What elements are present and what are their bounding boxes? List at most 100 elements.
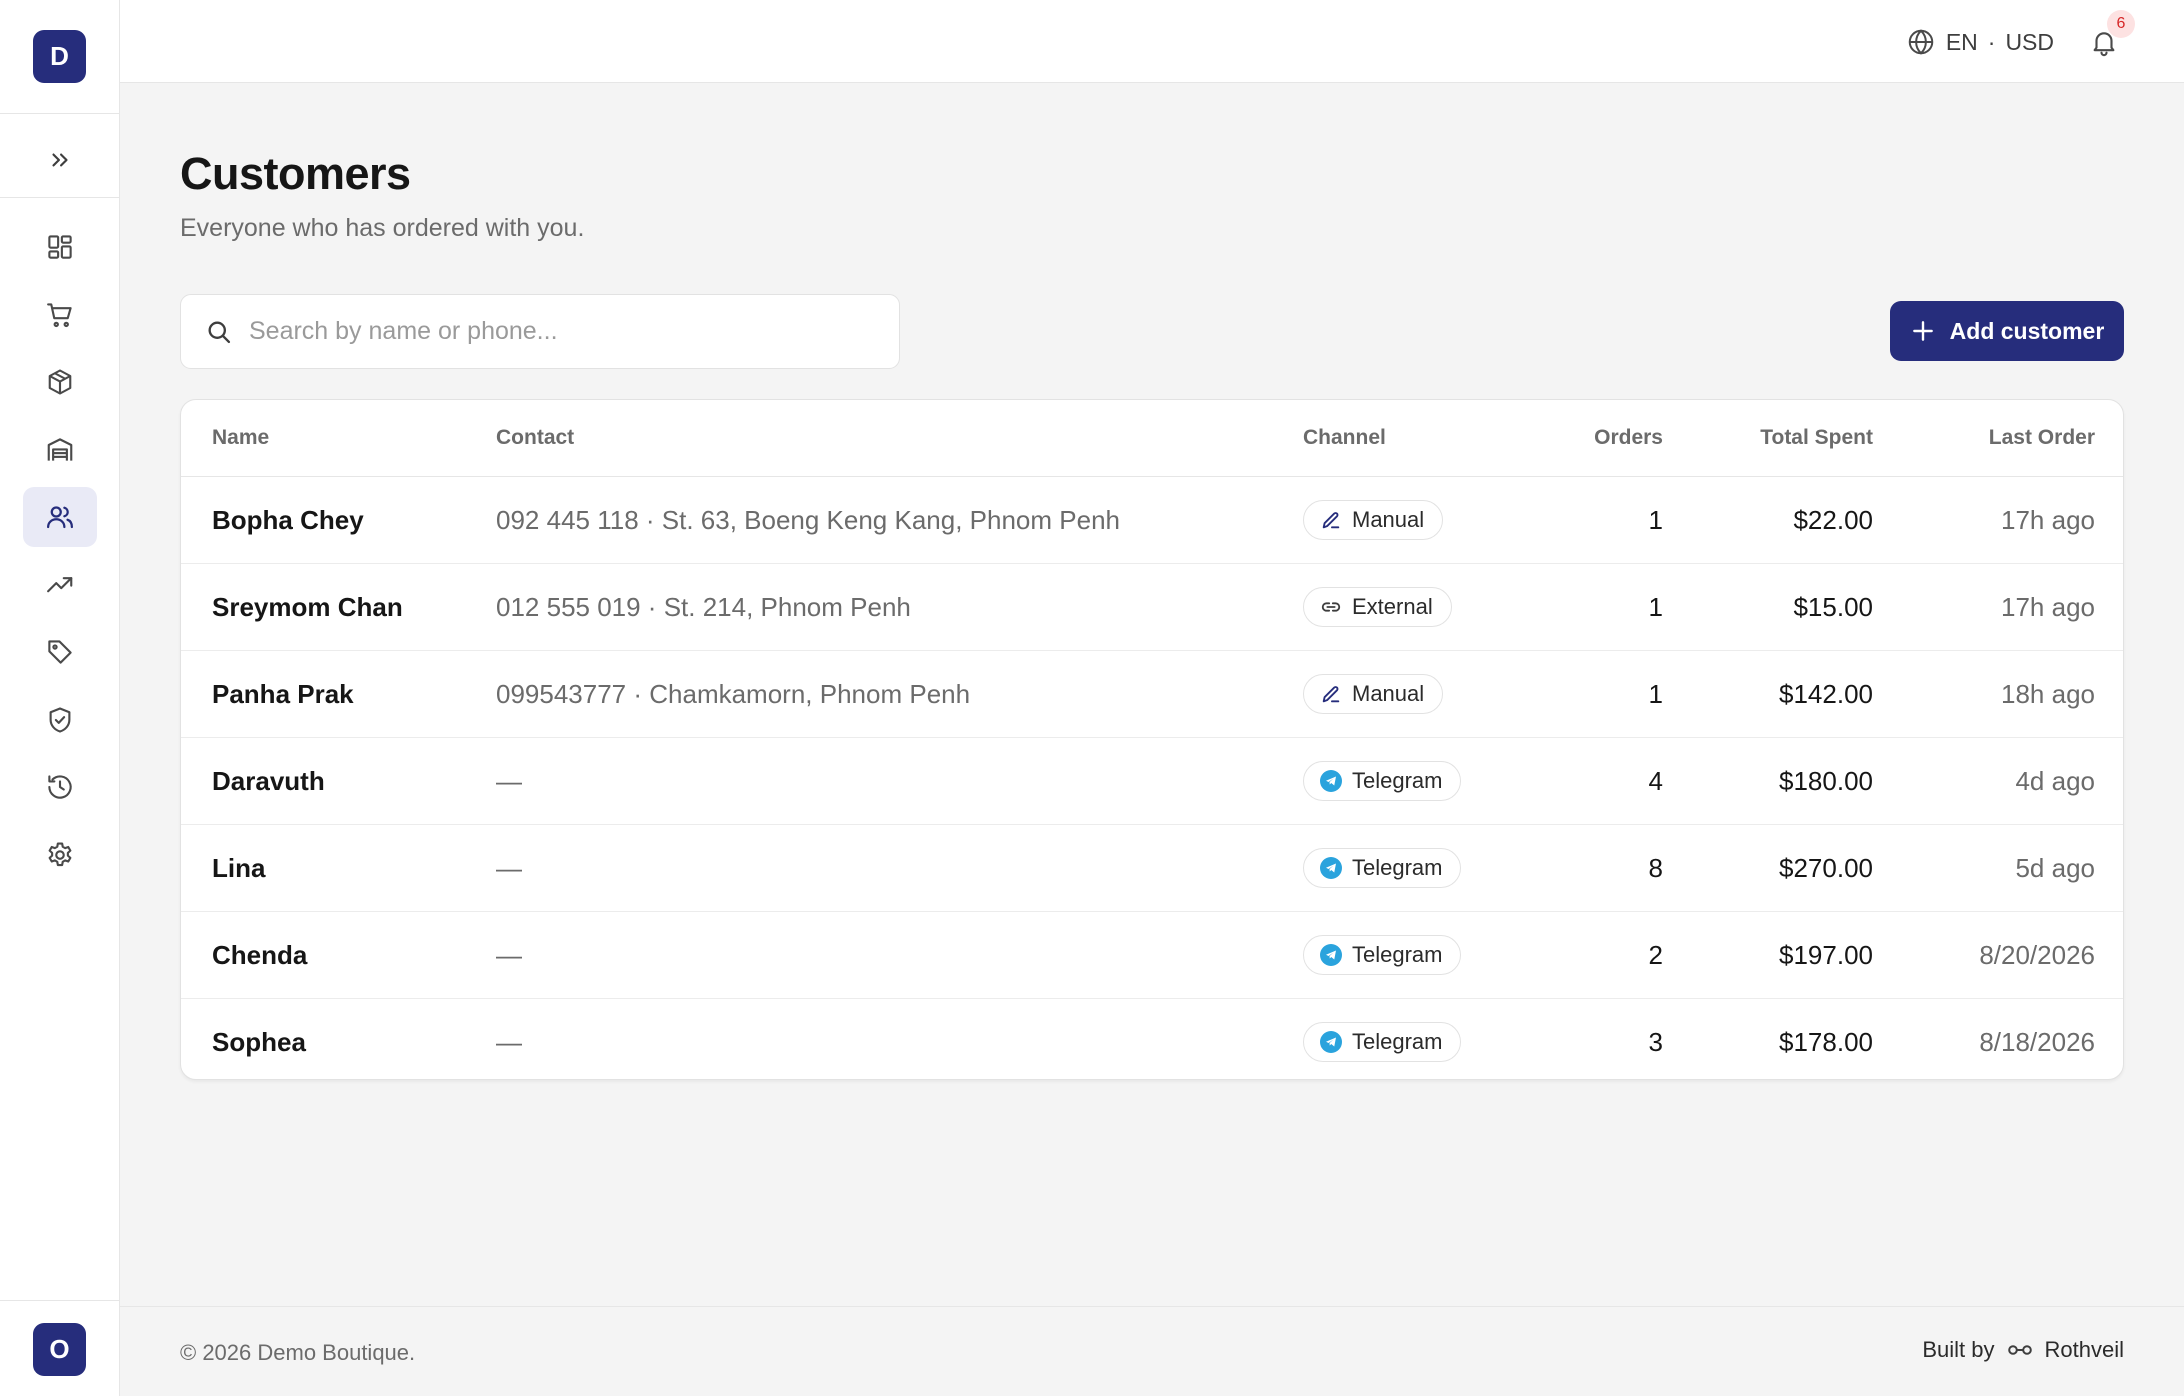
search-icon	[208, 321, 231, 344]
orders-count: 1	[1648, 591, 1663, 622]
sidebar: D O	[0, 0, 120, 1396]
table-row[interactable]: Sreymom Chan 012 555 019 · St. 214, Phno…	[181, 564, 2123, 651]
customer-contact: —	[496, 1026, 522, 1057]
topbar: EN · USD 6	[120, 0, 2184, 83]
built-by-label: Built by	[1922, 1337, 1995, 1362]
channel-badge: Telegram	[1303, 1022, 1462, 1062]
customer-name: Sreymom Chan	[212, 591, 403, 622]
table-row[interactable]: Panha Prak 099543777 · Chamkamorn, Phnom…	[181, 651, 2123, 738]
total-spent: $15.00	[1793, 591, 1873, 622]
search-box	[180, 294, 900, 369]
language-code: EN	[1945, 28, 1978, 55]
sidebar-item-settings[interactable]	[23, 825, 97, 885]
channel-label: External	[1352, 594, 1433, 619]
channel-badge: Telegram	[1303, 761, 1462, 801]
cart-icon	[47, 302, 72, 327]
column-header-total-spent[interactable]: Total Spent	[1760, 426, 1873, 450]
last-order: 8/20/2026	[1979, 939, 2095, 970]
column-header-orders[interactable]: Orders	[1594, 426, 1663, 450]
total-spent: $142.00	[1779, 678, 1873, 709]
orders-count: 2	[1648, 939, 1663, 970]
sidebar-item-customers[interactable]	[23, 487, 97, 547]
channel-badge: Manual	[1303, 500, 1444, 540]
column-header-contact[interactable]: Contact	[496, 426, 574, 450]
column-header-channel[interactable]: Channel	[1303, 426, 1386, 450]
trending-up-icon	[47, 576, 73, 592]
channel-badge: Manual	[1303, 674, 1444, 714]
sidebar-item-analytics[interactable]	[23, 555, 97, 615]
channel-badge: External	[1303, 587, 1452, 627]
channel-cell: Telegram	[1303, 825, 1462, 911]
pencil-icon	[1322, 686, 1340, 703]
telegram-icon	[1320, 770, 1342, 792]
table-row[interactable]: Bopha Chey 092 445 118 · St. 63, Boeng K…	[181, 477, 2123, 564]
brand-name: Rothveil	[2044, 1337, 2124, 1362]
customer-contact: 099543777 · Chamkamorn, Phnom Penh	[496, 678, 971, 709]
sidebar-item-security[interactable]	[23, 690, 97, 750]
last-order: 17h ago	[2001, 504, 2095, 535]
customer-name: Lina	[212, 852, 266, 883]
channel-cell: Telegram	[1303, 999, 1462, 1079]
sidebar-item-history[interactable]	[23, 757, 97, 817]
orders-count: 1	[1648, 678, 1663, 709]
channel-badge: Telegram	[1303, 848, 1462, 888]
customer-name: Panha Prak	[212, 678, 354, 709]
channel-cell: Telegram	[1303, 738, 1462, 824]
sidebar-nav	[23, 217, 97, 892]
gear-icon	[48, 841, 72, 866]
chevrons-right-icon	[52, 153, 68, 167]
table-row[interactable]: Chenda — Telegram 2 $197.00 8/20/2026	[181, 912, 2123, 999]
last-order: 17h ago	[2001, 591, 2095, 622]
column-header-name[interactable]: Name	[212, 426, 269, 450]
channel-cell: Manual	[1303, 651, 1444, 737]
customer-name: Bopha Chey	[212, 504, 364, 535]
built-by-credit[interactable]: Built by Rothveil	[1922, 1337, 2124, 1363]
search-input[interactable]	[249, 295, 879, 368]
channel-label: Telegram	[1352, 768, 1443, 793]
last-order: 18h ago	[2001, 678, 2095, 709]
customer-name: Daravuth	[212, 765, 325, 796]
sidebar-item-discounts[interactable]	[23, 622, 97, 682]
sidebar-item-inventory[interactable]	[23, 420, 97, 480]
currency-code: USD	[2005, 28, 2054, 55]
add-customer-button[interactable]: Add customer	[1890, 301, 2124, 361]
column-header-last-order[interactable]: Last Order	[1989, 426, 2095, 450]
sidebar-divider	[0, 197, 120, 198]
locale-switcher[interactable]: EN · USD	[1906, 24, 2054, 60]
channel-cell: Telegram	[1303, 912, 1462, 998]
page-title: Customers	[180, 148, 411, 199]
sidebar-item-orders[interactable]	[23, 285, 97, 345]
shield-check-icon	[49, 706, 71, 733]
customer-contact: —	[496, 939, 522, 970]
history-icon	[48, 775, 72, 799]
sidebar-item-products[interactable]	[23, 352, 97, 412]
customer-name: Sophea	[212, 1026, 306, 1057]
notification-count-badge: 6	[2107, 10, 2135, 38]
channel-label: Manual	[1352, 507, 1425, 532]
channel-label: Manual	[1352, 681, 1425, 706]
last-order: 5d ago	[2015, 852, 2095, 883]
customer-contact: —	[496, 765, 522, 796]
link-icon	[1321, 602, 1341, 612]
expand-sidebar-button[interactable]	[40, 140, 80, 180]
sidebar-divider	[0, 113, 120, 114]
plus-icon	[1912, 321, 1933, 341]
customers-table: Name Contact Channel Orders Total Spent …	[180, 399, 2124, 1080]
total-spent: $178.00	[1779, 1026, 1873, 1057]
chain-link-icon	[2007, 1345, 2032, 1355]
channel-label: Telegram	[1352, 855, 1443, 880]
workspace-logo[interactable]: D	[33, 30, 86, 83]
warehouse-icon	[47, 437, 73, 461]
table-row[interactable]: Lina — Telegram 8 $270.00 5d ago	[181, 825, 2123, 912]
channel-cell: External	[1303, 564, 1452, 650]
total-spent: $270.00	[1779, 852, 1873, 883]
user-avatar[interactable]: O	[33, 1323, 86, 1376]
telegram-icon	[1320, 857, 1342, 879]
table-row[interactable]: Daravuth — Telegram 4 $180.00 4d ago	[181, 738, 2123, 825]
sidebar-item-dashboard[interactable]	[23, 217, 97, 277]
total-spent: $197.00	[1779, 939, 1873, 970]
pencil-icon	[1322, 512, 1340, 529]
footer-copyright: © 2026 Demo Boutique.	[180, 1340, 416, 1365]
globe-icon	[1908, 29, 1934, 55]
table-row[interactable]: Sophea — Telegram 3 $178.00 8/18/2026	[181, 999, 2123, 1079]
